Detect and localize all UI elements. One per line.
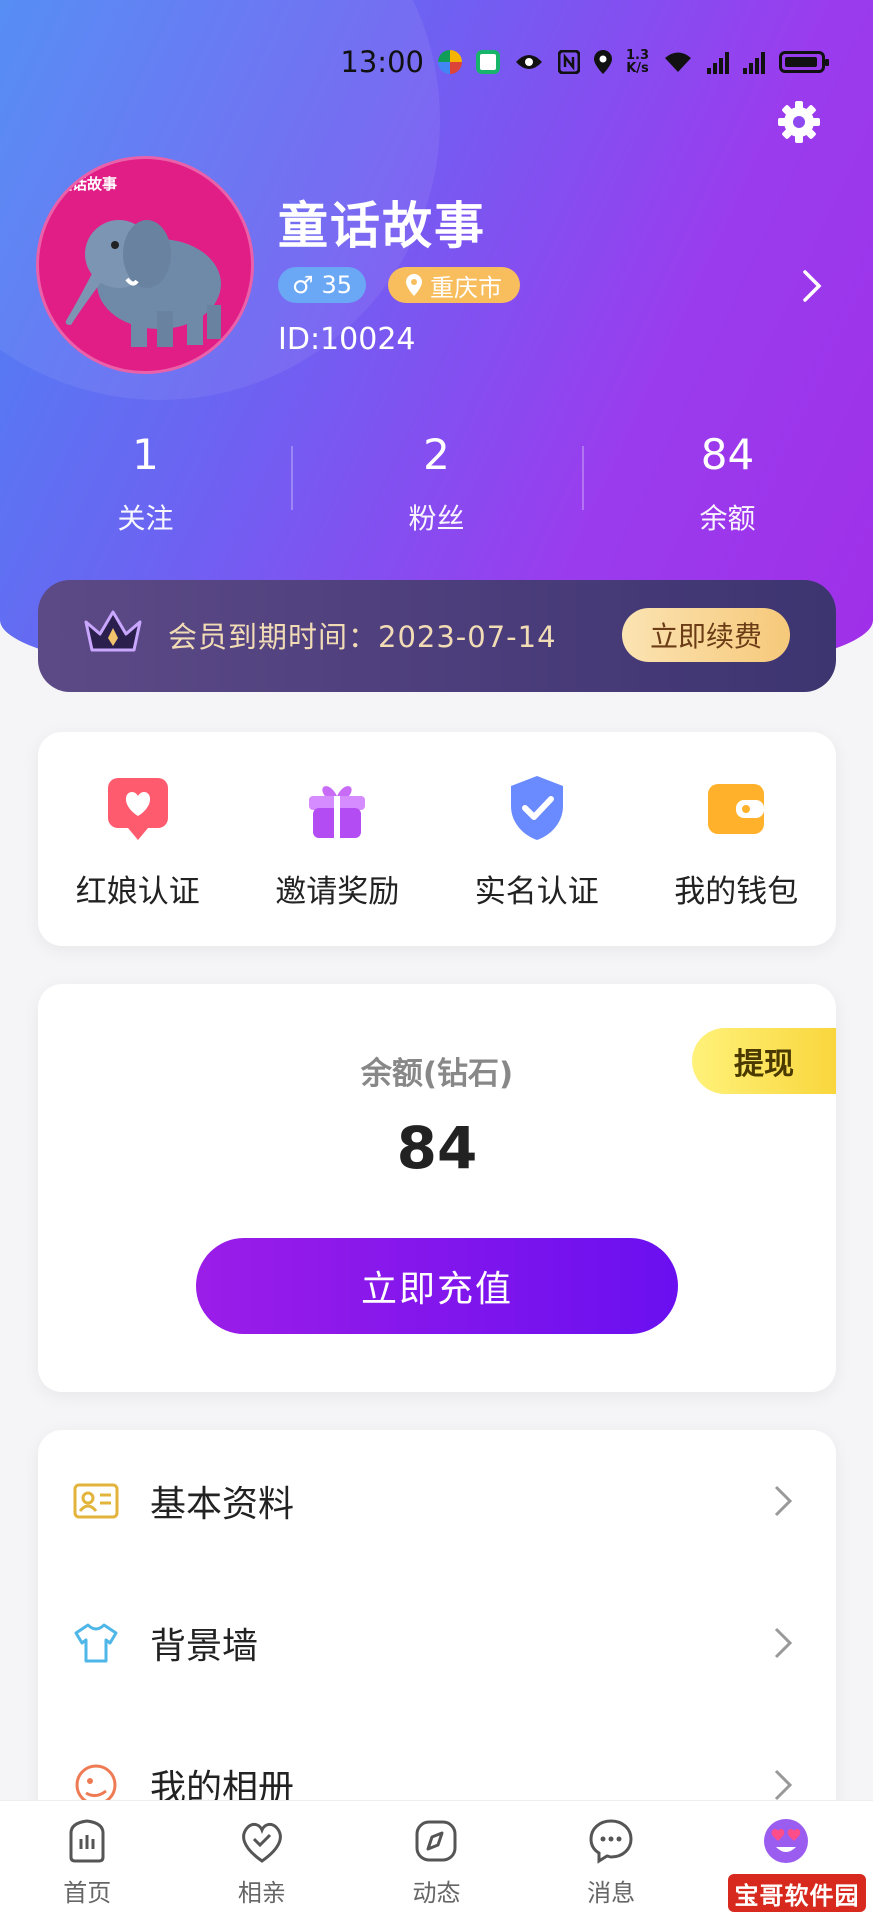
tab-label: 首页 <box>63 1879 112 1907</box>
balance-value: 84 <box>396 1114 478 1182</box>
shortcut-invite-reward[interactable]: 邀请奖励 <box>238 732 438 946</box>
status-time: 13:00 <box>340 45 424 79</box>
signal-4g-icon <box>743 50 765 74</box>
settings-button[interactable] <box>773 96 825 148</box>
home-icon <box>69 1819 105 1863</box>
city-badge: 重庆市 <box>388 267 520 303</box>
stat-following[interactable]: 1 关注 <box>0 430 291 537</box>
renew-button[interactable]: 立即续费 <box>622 608 790 662</box>
gift-icon <box>309 786 366 838</box>
vip-banner: 会员到期时间：2023-07-14 立即续费 <box>38 580 836 692</box>
tab-label: 相亲 <box>237 1879 286 1907</box>
tab-home[interactable]: 首页 <box>0 1801 175 1920</box>
vip-expiry-text: 会员到期时间：2023-07-14 <box>168 620 557 654</box>
chat-icon <box>589 1819 633 1864</box>
username: 童话故事 <box>278 197 486 255</box>
wallet-icon <box>708 784 765 834</box>
location-icon <box>593 50 612 74</box>
shield-check-icon <box>510 776 563 840</box>
eye-icon <box>515 55 542 69</box>
user-id: ID:10024 <box>278 322 416 357</box>
tab-messages[interactable]: 消息 <box>524 1801 699 1920</box>
watermark: 宝哥软件园 <box>728 1874 866 1912</box>
shortcut-wallet[interactable]: 我的钱包 <box>637 732 837 946</box>
shortcut-label: 红娘认证 <box>75 874 200 910</box>
shortcut-label: 邀请奖励 <box>275 874 400 910</box>
stat-label: 余额 <box>699 502 756 535</box>
city-name: 重庆市 <box>430 273 502 302</box>
signal-5g-icon <box>707 50 729 74</box>
profile-emoji-icon <box>763 1819 808 1863</box>
stats-row: 1 关注 2 粉丝 84 余额 <box>0 430 873 537</box>
tab-moments[interactable]: 动态 <box>349 1801 524 1920</box>
avatar-caption: 童话故事 <box>57 175 118 193</box>
recharge-button[interactable]: 立即充值 <box>196 1238 678 1334</box>
menu-item-label: 基本资料 <box>150 1484 295 1525</box>
age-value: 35 <box>321 271 353 299</box>
location-pin-icon <box>406 274 422 296</box>
tab-label: 消息 <box>587 1879 636 1907</box>
stat-value: 84 <box>700 430 755 479</box>
gear-icon <box>778 101 820 143</box>
tab-matchmaking[interactable]: 相亲 <box>175 1801 350 1920</box>
shortcuts-card: 红娘认证 邀请奖励 实名认证 我的钱包 <box>38 732 836 946</box>
heart-chat-icon <box>107 778 168 840</box>
shortcut-label: 实名认证 <box>474 874 599 910</box>
menu-item-background-wall[interactable]: 背景墙 <box>38 1572 836 1714</box>
shirt-icon <box>74 1623 118 1663</box>
wifi-icon <box>665 52 691 72</box>
menu-item-basic-info[interactable]: 基本资料 <box>38 1430 836 1572</box>
status-bar: 13:00 1.3 K/s <box>340 42 829 82</box>
app-notification-icon-2 <box>475 50 500 74</box>
heart-icon <box>242 1822 282 1863</box>
stat-label: 关注 <box>117 502 174 535</box>
id-card-icon <box>73 1483 119 1519</box>
stat-balance[interactable]: 84 余额 <box>582 430 873 537</box>
net-speed-unit: K/s <box>626 61 649 76</box>
shortcut-matchmaker-cert[interactable]: 红娘认证 <box>38 732 238 946</box>
stat-label: 粉丝 <box>408 502 465 535</box>
settings-menu: 基本资料 背景墙 我的相册 <box>38 1430 836 1850</box>
withdraw-button[interactable]: 提现 <box>692 1028 836 1094</box>
chevron-right-icon <box>774 1485 793 1517</box>
chevron-right-icon[interactable] <box>797 266 827 306</box>
battery-icon <box>779 51 829 73</box>
menu-item-label: 背景墙 <box>150 1626 259 1667</box>
male-icon: ♂ <box>292 271 314 299</box>
stat-value: 2 <box>423 430 450 479</box>
compass-icon <box>415 1820 457 1862</box>
chevron-right-icon <box>774 1769 793 1801</box>
shortcut-realname-cert[interactable]: 实名认证 <box>437 732 637 946</box>
avatar[interactable]: 童话故事 <box>36 156 254 374</box>
shortcut-label: 我的钱包 <box>674 874 799 910</box>
nfc-icon <box>557 50 580 74</box>
stat-followers[interactable]: 2 粉丝 <box>291 430 582 537</box>
net-speed: 1.3 K/s <box>626 49 649 75</box>
crown-icon <box>84 610 142 652</box>
app-notification-icon <box>437 50 462 74</box>
stat-value: 1 <box>132 430 159 479</box>
tab-label: 动态 <box>412 1879 461 1907</box>
balance-card: 余额(钻石) 84 提现 立即充值 <box>38 984 836 1392</box>
chevron-right-icon <box>774 1627 793 1659</box>
gender-age-badge: ♂ 35 <box>278 267 367 303</box>
